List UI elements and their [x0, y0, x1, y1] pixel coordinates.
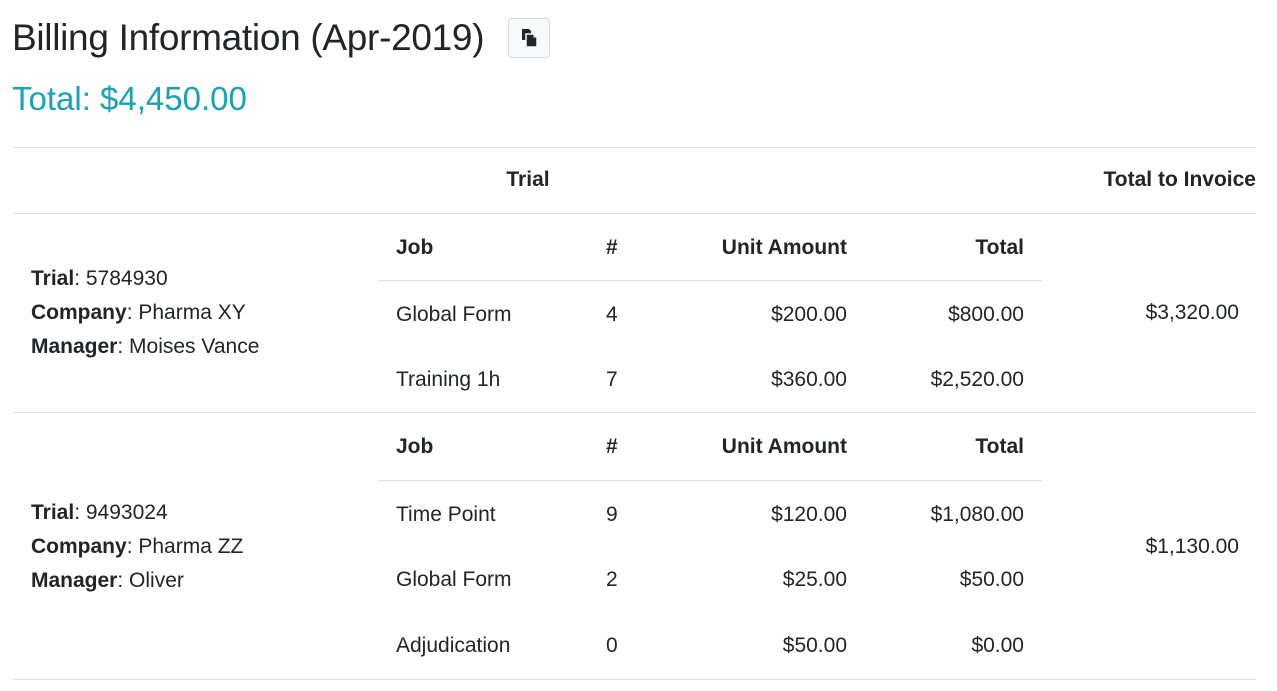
billing-page: Billing Information (Apr-2019) Total: $4…: [0, 0, 1277, 691]
job-total: $800.00: [948, 303, 1024, 326]
total-to-invoice: $1,130.00: [1145, 535, 1239, 558]
copy-button[interactable]: [508, 18, 551, 58]
column-header-trial: Trial: [506, 168, 550, 191]
company-label: Company: [31, 535, 127, 558]
manager-name: Oliver: [129, 569, 184, 592]
manager-name: Moises Vance: [129, 335, 260, 358]
copy-icon: [522, 29, 538, 48]
manager-label: Manager: [31, 569, 118, 592]
row-divider: [13, 412, 1256, 413]
trial-info: Trial: 9493024 Company: Pharma ZZ Manage…: [31, 501, 244, 592]
subheader-unit-amount: Unit Amount: [721, 236, 847, 259]
job-name: Time Point: [396, 503, 496, 526]
subheader-total: Total: [975, 236, 1024, 259]
job-count: 2: [606, 568, 618, 591]
job-unit-amount: $360.00: [771, 368, 847, 391]
job-name: Adjudication: [396, 634, 511, 657]
job-count: 7: [606, 368, 618, 391]
table-top-border: [13, 147, 1256, 148]
job-count: 9: [606, 503, 618, 526]
grand-total: Total: $4,450.00: [12, 80, 247, 117]
trial-label: Trial: [31, 267, 75, 290]
column-header-total-to-invoice: Total to Invoice: [1103, 168, 1256, 191]
page-title: Billing Information (Apr-2019): [12, 17, 485, 58]
table-bottom-border: [13, 679, 1256, 680]
job-unit-amount: $50.00: [782, 634, 847, 657]
trial-id: 9493024: [85, 501, 168, 524]
job-name: Training 1h: [396, 368, 501, 391]
job-unit-amount: $200.00: [771, 303, 847, 326]
job-count: 4: [606, 303, 618, 326]
title-row: Billing Information (Apr-2019): [12, 10, 551, 66]
header-divider: [13, 213, 1256, 214]
total-to-invoice: $3,320.00: [1145, 301, 1239, 324]
company-label: Company: [31, 301, 127, 324]
manager-label: Manager: [31, 335, 118, 358]
trial-label: Trial: [31, 501, 75, 524]
job-total: $1,080.00: [930, 503, 1024, 526]
job-total: $0.00: [971, 634, 1024, 657]
job-name: Global Form: [396, 303, 512, 326]
subheader-job: Job: [396, 236, 434, 259]
job-unit-amount: $25.00: [782, 568, 847, 591]
job-total: $2,520.00: [930, 368, 1024, 391]
subheader-job: Job: [396, 435, 434, 458]
subheader-unit-amount: Unit Amount: [721, 435, 847, 458]
company-name: Pharma XY: [138, 301, 246, 324]
job-count: 0: [606, 634, 618, 657]
subtable-divider: [378, 480, 1042, 481]
subtable-divider: [378, 280, 1042, 281]
trial-info: Trial: 5784930 Company: Pharma XY Manage…: [31, 267, 260, 358]
job-unit-amount: $120.00: [771, 503, 847, 526]
subheader-num: #: [606, 236, 618, 259]
trial-id: 5784930: [85, 267, 168, 290]
subheader-total: Total: [975, 435, 1024, 458]
company-name: Pharma ZZ: [138, 535, 244, 558]
subheader-num: #: [606, 435, 618, 458]
job-name: Global Form: [396, 568, 512, 591]
job-total: $50.00: [959, 568, 1024, 591]
